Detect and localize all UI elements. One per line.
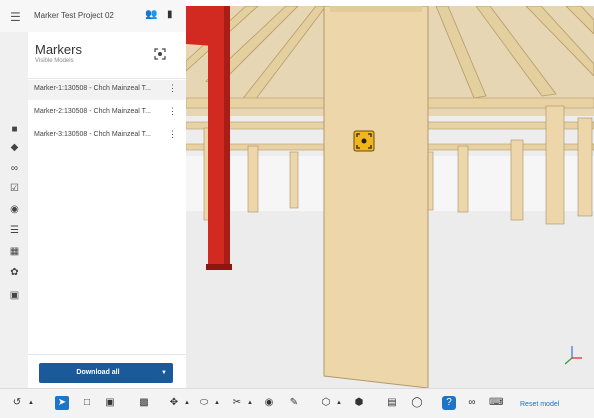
more-options-icon[interactable]: ⋮ (168, 129, 177, 140)
checklist-icon[interactable]: ☑ (9, 183, 20, 194)
marker-focus-icon[interactable]: ▣ (9, 290, 20, 301)
more-options-icon[interactable]: ⋮ (168, 83, 177, 94)
camera-icon[interactable]: ◉ (262, 396, 276, 410)
image-tool-icon[interactable]: ▩ (137, 396, 151, 410)
cube-icon[interactable]: ⬡ (319, 396, 333, 410)
scissors-icon[interactable]: ✂ (230, 396, 244, 410)
folder-icon[interactable]: ▮ (167, 9, 173, 20)
camera-icon[interactable]: ◉ (9, 204, 20, 215)
cube-icon[interactable]: ■ (9, 124, 20, 135)
link-icon[interactable]: ∞ (9, 163, 20, 174)
keyboard-icon[interactable]: ⌨ (489, 396, 503, 410)
link-icon[interactable]: ∞ (465, 396, 479, 410)
marker-list-item[interactable]: Marker-2:130508 - Chch Mainzeal T... ⋮ (28, 103, 186, 123)
reset-model-link[interactable]: Reset model (520, 401, 559, 408)
select-icon[interactable]: ➤ (55, 396, 69, 410)
dropdown-caret-icon[interactable]: ▲ (180, 396, 194, 410)
shape-icon[interactable]: ⬭ (197, 396, 211, 410)
list-icon[interactable]: ☰ (9, 225, 20, 236)
panel-subtitle: Visible Models (35, 58, 74, 64)
marker-list-item[interactable]: Marker-1:130508 - Chch Mainzeal T... ⋮ (28, 80, 186, 100)
dropdown-caret-icon[interactable]: ▲ (332, 396, 346, 410)
markers-panel: Markers Visible Models Marker-1:130508 -… (28, 32, 186, 389)
marker-label: Marker-2:130508 - Chch Mainzeal T... (34, 108, 151, 115)
table-icon[interactable]: ▦ (9, 246, 20, 257)
model-viewport[interactable] (186, 6, 594, 388)
download-area: Download all ▼ (28, 354, 186, 389)
marker-pin[interactable] (353, 130, 375, 152)
box-select-icon[interactable]: □ (80, 396, 94, 410)
model-scene (186, 6, 594, 388)
download-all-button[interactable]: Download all ▼ (39, 363, 173, 383)
help-marker-icon[interactable]: ? (442, 396, 456, 410)
marker-focus-icon[interactable] (154, 48, 166, 63)
marker-label: Marker-1:130508 - Chch Mainzeal T... (34, 85, 151, 92)
settings-icon[interactable]: ✿ (9, 267, 20, 278)
section-box-icon[interactable]: ▣ (103, 396, 117, 410)
add-user-icon[interactable]: 👥 (145, 9, 157, 20)
panel-divider (28, 78, 186, 79)
panel-title: Markers (35, 42, 82, 57)
measure-icon[interactable]: ✥ (167, 396, 181, 410)
layers-icon[interactable]: ◆ (9, 142, 20, 153)
dropdown-caret-icon[interactable]: ▲ (210, 396, 224, 410)
marker-list-item[interactable]: Marker-3:130508 - Chch Mainzeal T... ⋮ (28, 126, 186, 146)
header-bar: ☰ Marker Test Project 02 👥 ▮ (0, 0, 186, 33)
more-options-icon[interactable]: ⋮ (168, 106, 177, 117)
clipboard-icon[interactable]: ✎ (287, 396, 301, 410)
dropdown-caret-icon[interactable]: ▼ (161, 370, 167, 376)
dropdown-caret-icon[interactable]: ▲ (243, 396, 257, 410)
marker-label: Marker-3:130508 - Chch Mainzeal T... (34, 131, 151, 138)
dropdown-caret-icon[interactable]: ▲ (24, 396, 38, 410)
person-icon[interactable]: ◯ (410, 396, 424, 410)
left-rail: ■ ◆ ∞ ☑ ◉ ☰ ▦ ✿ ▣ (0, 32, 29, 388)
bottom-toolbar: ↺ ▲ ➤ □ ▣ ▩ ✥ ▲ ⬭ ▲ ✂ ▲ ◉ ✎ ⬡ ▲ ⬢ ▤ ◯ ? … (0, 388, 594, 418)
orbit-icon[interactable]: ↺ (10, 396, 24, 410)
cube-outline-icon[interactable]: ⬢ (352, 396, 366, 410)
download-all-label: Download all (76, 369, 120, 376)
project-name: Marker Test Project 02 (34, 11, 114, 20)
hamburger-icon[interactable]: ☰ (10, 10, 21, 24)
comment-icon[interactable]: ▤ (385, 396, 399, 410)
